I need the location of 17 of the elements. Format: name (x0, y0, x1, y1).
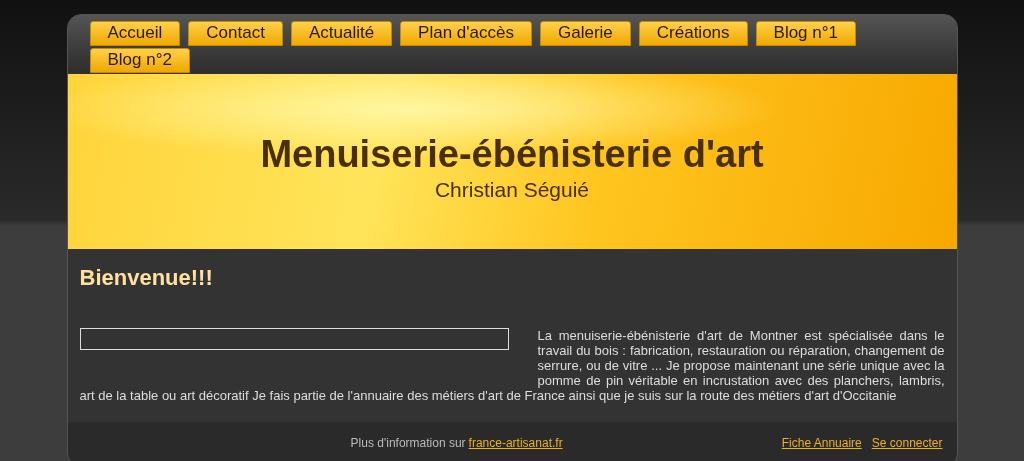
menu-tab[interactable]: Galerie (539, 21, 631, 46)
footer-link[interactable]: france-artisanat.fr (468, 436, 563, 450)
menu-tab[interactable]: Blog n°1 (755, 21, 856, 46)
footer-link[interactable]: Se connecter (871, 436, 943, 450)
menu-tab[interactable]: Créations (638, 21, 748, 46)
menu-tab[interactable]: Plan d'accès (400, 21, 532, 46)
menu-tab[interactable]: Accueil (89, 21, 181, 46)
menu-tab[interactable]: Actualité (290, 21, 393, 46)
intro-paragraph: La menuiserie-ébénisterie d'art de Montner est spécialisée dans le travail du bois : fabrication, restauration ou réparation, changement de serrure, ou de vitre ... Je propose maintenant une série unique avec la pomme de pin véritable en incrustation avec des planchers, lambris, (537, 328, 945, 388)
site-title: Menuiserie-ébénisterie d'art (260, 133, 764, 176)
site-subtitle: Christian Séguié (434, 178, 590, 202)
footer-info: Plus d'information sur (350, 436, 466, 450)
footer-link[interactable]: Fiche Annuaire (781, 436, 862, 450)
menu-tab[interactable]: Contact (188, 21, 283, 46)
page-heading: Bienvenue!!! (79, 265, 214, 291)
menu-tab[interactable]: Blog n°2 (89, 48, 190, 73)
intro-paragraph-end: art de la table ou art décoratif Je fais partie de l'annuaire des métiers d'art de France ainsi que je suis sur la route des métiers d'art d'Occitanie (79, 388, 898, 403)
